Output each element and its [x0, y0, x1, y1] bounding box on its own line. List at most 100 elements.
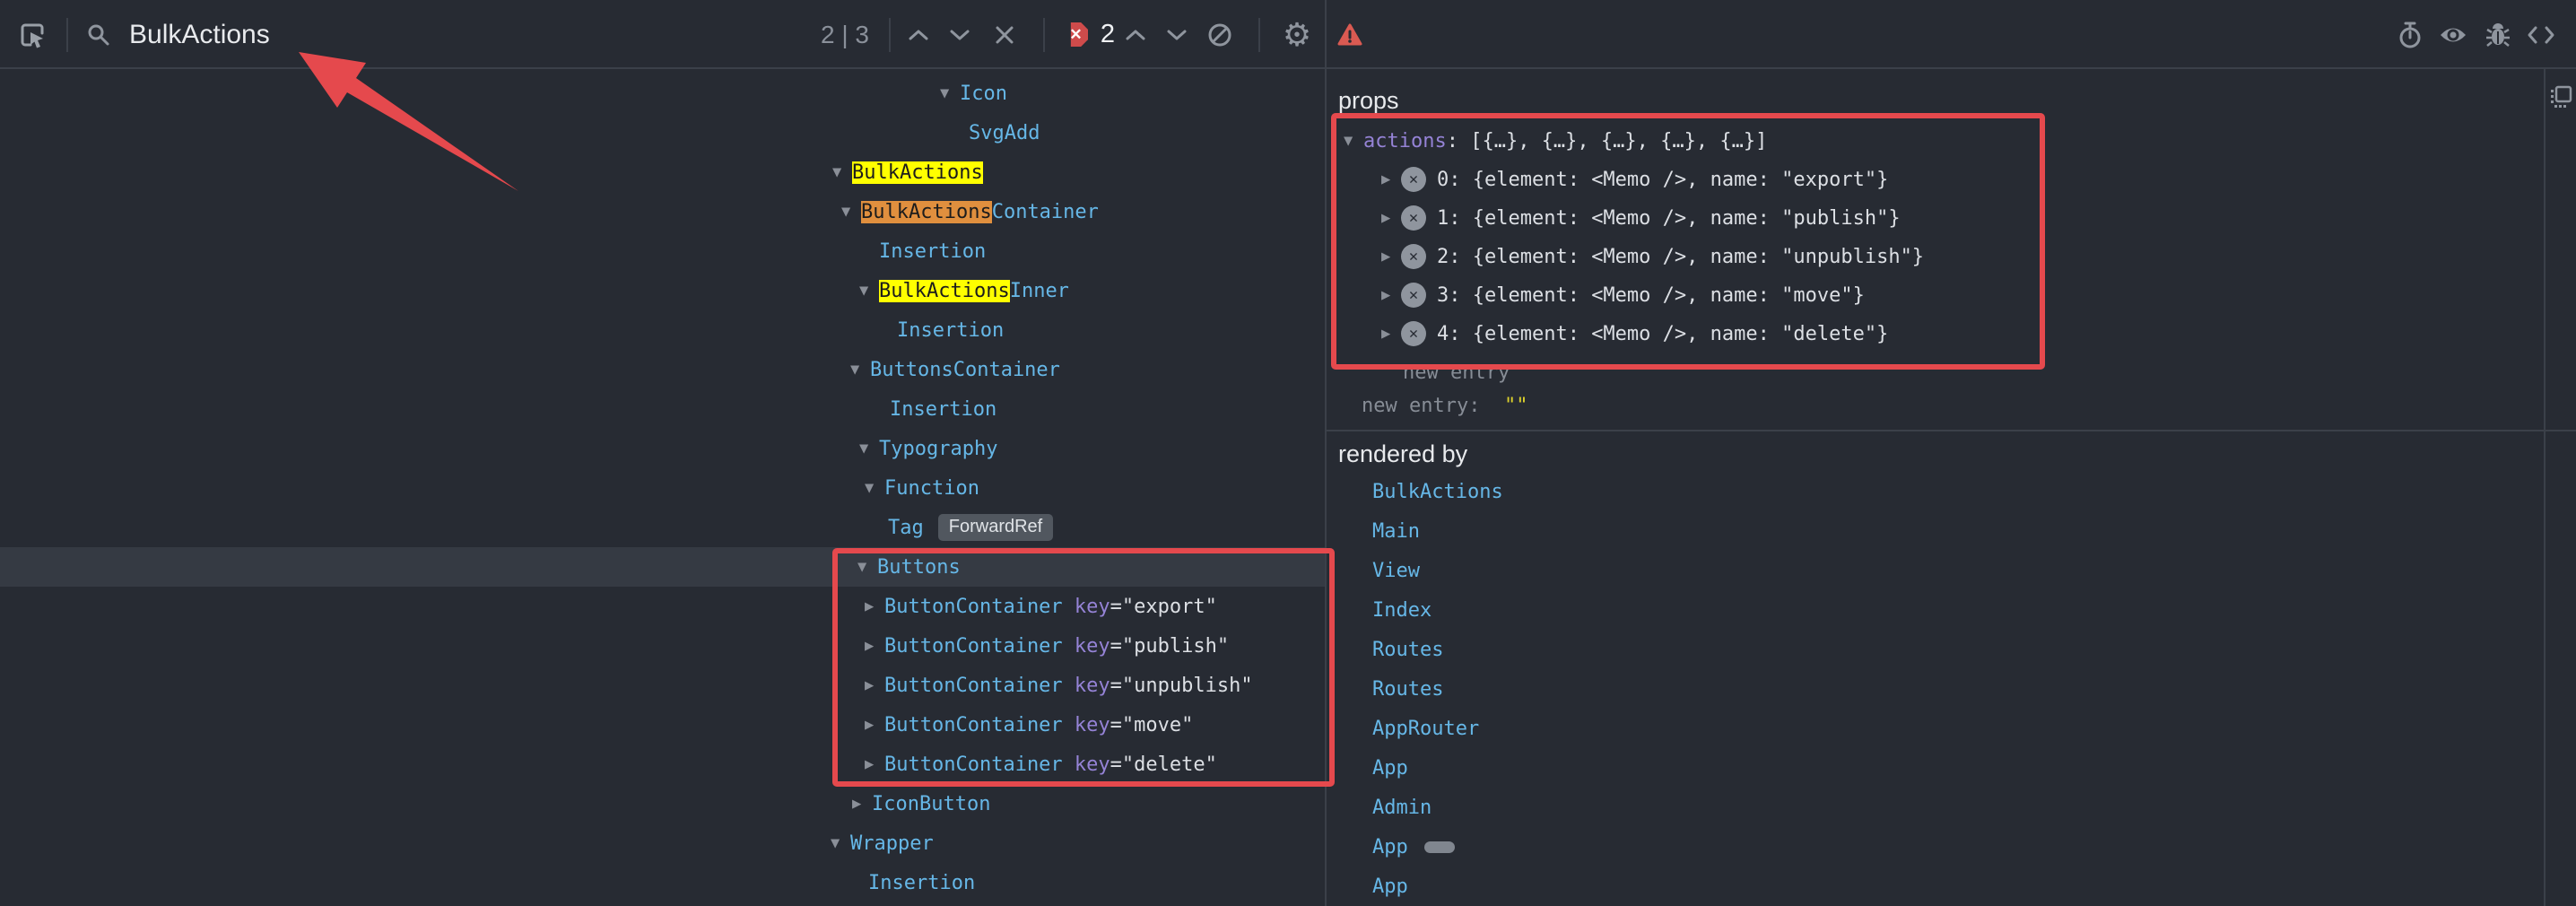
tree-row[interactable]: Insertion [0, 310, 1325, 350]
new-entry-label[interactable]: new entry [1362, 395, 1468, 417]
prop-value: : {element: <Memo />, name: "export"} [1449, 169, 1888, 191]
chevron-down-icon [949, 29, 970, 41]
toolbar-separator [66, 18, 68, 52]
key-attribute: key [1063, 675, 1110, 697]
tree-row[interactable]: ▼ButtonsContainer [0, 350, 1325, 389]
tree-row[interactable]: Insertion [0, 863, 1325, 902]
component-name: Inner [1010, 280, 1069, 302]
tree-row[interactable]: Insertion [0, 231, 1325, 271]
chevron-up-icon [1125, 29, 1146, 41]
tree-row[interactable]: ▼Buttons [0, 547, 1325, 587]
rendered-by-item[interactable]: Main [1372, 511, 1420, 551]
component-name: ButtonsContainer [870, 359, 1060, 381]
key-value: ="delete" [1110, 754, 1217, 776]
tree-row[interactable]: ▶ButtonContainer key="unpublish" [0, 666, 1325, 705]
error-badge-icon[interactable]: ✕ [1064, 22, 1088, 47]
log-component-button[interactable] [2478, 0, 2518, 69]
tree-row[interactable]: ▼Wrapper [0, 823, 1325, 863]
tree-row[interactable]: ▼Typography [0, 429, 1325, 468]
tree-row[interactable]: ▶ButtonContainer key="export" [0, 587, 1325, 626]
next-error-button[interactable] [1161, 0, 1193, 69]
collapse-arrow-icon[interactable]: ▶ [1381, 209, 1401, 227]
expand-arrow-icon[interactable]: ▼ [940, 84, 960, 102]
rendered-by-item[interactable]: App [1372, 867, 1408, 906]
prop-array-item-row[interactable]: ▶✕4: {element: <Memo />, name: "delete"} [1381, 314, 1888, 353]
search-input[interactable] [129, 0, 631, 69]
delete-prop-icon[interactable]: ✕ [1401, 167, 1426, 192]
tree-row[interactable]: ▶IconButton [0, 784, 1325, 823]
suspend-component-button[interactable] [2390, 0, 2430, 69]
expand-arrow-icon[interactable]: ▼ [832, 163, 852, 181]
owner-component-name: Routes [1372, 639, 1443, 661]
rendered-by-item[interactable]: BulkActions [1372, 472, 1503, 511]
props-scroll-gutter [2544, 69, 2546, 906]
expand-arrow-icon[interactable]: ▼ [859, 282, 879, 300]
tree-row[interactable]: SvgAdd [0, 113, 1325, 152]
clear-search-button[interactable] [987, 0, 1023, 69]
expand-arrow-icon[interactable]: ▼ [859, 440, 879, 457]
collapse-arrow-icon[interactable]: ▶ [865, 716, 884, 734]
prop-array-item-row[interactable]: ▶✕2: {element: <Memo />, name: "unpublis… [1381, 237, 1924, 276]
tree-row[interactable]: Insertion [0, 389, 1325, 429]
delete-prop-icon[interactable]: ✕ [1401, 244, 1426, 269]
component-name: BulkActions [861, 201, 992, 223]
view-source-button[interactable] [2521, 0, 2561, 69]
prop-array-item-row[interactable]: ▶✕1: {element: <Memo />, name: "publish"… [1381, 198, 1901, 238]
rendered-by-item[interactable]: Index [1372, 590, 1432, 630]
tree-row[interactable]: ▼Function [0, 468, 1325, 508]
rendered-by-item[interactable]: Routes [1372, 669, 1443, 709]
collapse-arrow-icon[interactable]: ▶ [865, 755, 884, 773]
copy-props-button[interactable] [2546, 79, 2576, 115]
collapse-arrow-icon[interactable]: ▶ [1381, 170, 1401, 188]
rendered-by-item[interactable]: Admin [1372, 788, 1432, 827]
prop-array-item-row[interactable]: ▶✕3: {element: <Memo />, name: "move"} [1381, 275, 1865, 315]
new-entry-label[interactable]: new entry [1403, 362, 1510, 384]
rendered-by-item[interactable]: App [1372, 827, 1455, 867]
expand-arrow-icon[interactable]: ▼ [831, 834, 850, 852]
component-name: Typography [879, 438, 997, 460]
collapse-arrow-icon[interactable]: ▶ [865, 637, 884, 655]
delete-prop-icon[interactable]: ✕ [1401, 283, 1426, 308]
component-name: Tag [888, 517, 924, 539]
tree-row[interactable]: ▼Icon [0, 74, 1325, 113]
prop-actions-row[interactable]: ▼actions: [{…}, {…}, {…}, {…}, {…}] [1344, 121, 1767, 161]
chevron-down-icon [1166, 29, 1188, 41]
expand-arrow-icon[interactable]: ▼ [850, 361, 870, 379]
collapse-arrow-icon[interactable]: ▶ [1381, 325, 1401, 343]
tree-row[interactable]: ▼BulkActions [0, 152, 1325, 192]
collapse-arrow-icon[interactable]: ▶ [1381, 286, 1401, 304]
collapse-arrow-icon[interactable]: ▶ [852, 795, 872, 813]
settings-button[interactable]: ⚙ [1277, 0, 1317, 69]
tree-row[interactable]: TagForwardRef [0, 508, 1325, 547]
key-attribute: key [1063, 635, 1110, 658]
previous-error-button[interactable] [1119, 0, 1152, 69]
rendered-by-item[interactable]: AppRouter [1372, 709, 1479, 748]
tree-row[interactable]: ▶ButtonContainer key="move" [0, 705, 1325, 745]
new-entry-root-row[interactable]: new entry: "" [1362, 386, 1527, 425]
rendered-by-item[interactable]: App [1372, 748, 1408, 788]
inspect-dom-button[interactable] [2433, 0, 2473, 69]
collapse-arrow-icon[interactable]: ▶ [1381, 248, 1401, 266]
tree-row[interactable]: ▼BulkActionsInner [0, 271, 1325, 310]
toolbar-separator [889, 18, 891, 52]
previous-result-button[interactable] [902, 0, 935, 69]
clear-errors-button[interactable] [1202, 0, 1238, 69]
new-entry-value[interactable]: "" [1504, 395, 1528, 417]
tree-row[interactable]: ▼BulkActionsContainer [0, 192, 1325, 231]
delete-prop-icon[interactable]: ✕ [1401, 321, 1426, 346]
delete-prop-icon[interactable]: ✕ [1401, 205, 1426, 231]
tree-row[interactable]: ▶ButtonContainer key="delete" [0, 745, 1325, 784]
inspect-element-button[interactable] [13, 0, 52, 69]
rendered-by-item[interactable]: Routes [1372, 630, 1443, 669]
collapse-arrow-icon[interactable]: ▶ [865, 597, 884, 615]
expand-arrow-icon[interactable]: ▼ [841, 203, 861, 221]
next-result-button[interactable] [944, 0, 976, 69]
expand-arrow-icon[interactable]: ▼ [865, 479, 884, 497]
expand-arrow-icon[interactable]: ▼ [857, 558, 877, 576]
panel-divider[interactable] [1325, 0, 1327, 906]
collapse-arrow-icon[interactable]: ▶ [865, 676, 884, 694]
tree-row[interactable]: ▶ButtonContainer key="publish" [0, 626, 1325, 666]
rendered-by-item[interactable]: View [1372, 551, 1420, 590]
prop-array-item-row[interactable]: ▶✕0: {element: <Memo />, name: "export"} [1381, 160, 1888, 199]
expand-arrow-icon[interactable]: ▼ [1344, 132, 1363, 150]
